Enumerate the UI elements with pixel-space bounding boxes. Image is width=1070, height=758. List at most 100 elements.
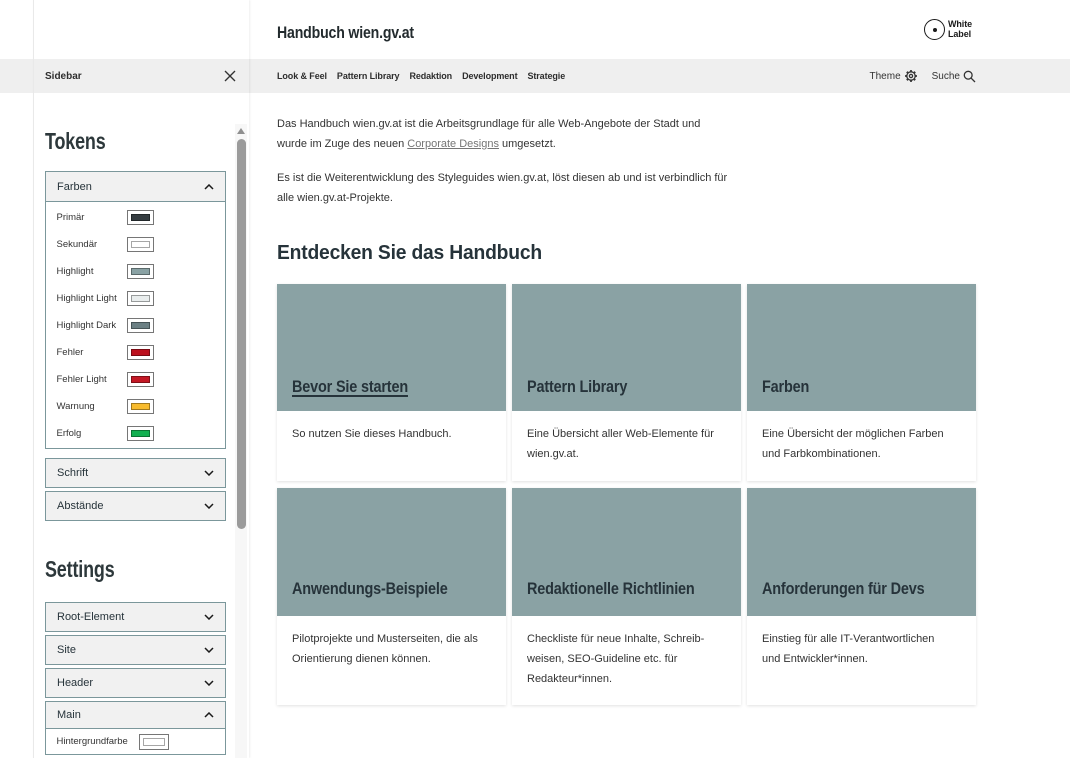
theme-button[interactable]: Theme <box>870 69 918 83</box>
accordion-site-header[interactable]: Site <box>46 636 225 664</box>
accordion-schrift-header[interactable]: Schrift <box>46 459 225 487</box>
corporate-designs-link[interactable]: Corporate Designs <box>407 138 499 150</box>
card-title-link[interactable]: Pattern Library <box>527 378 627 396</box>
card-title-link[interactable]: Redaktionelle Richtlinien <box>527 580 695 598</box>
nav-item-development[interactable]: Development <box>462 71 518 81</box>
token-label: Highlight <box>56 265 94 277</box>
color-swatch[interactable] <box>126 263 154 279</box>
accordion-site: Site <box>45 635 226 665</box>
nav-item-redaktion[interactable]: Redaktion <box>409 71 452 81</box>
card-description: Eine Übersicht der möglichen Farben und … <box>762 428 944 460</box>
page-title: Handbuch wien.gv.at <box>277 23 414 42</box>
accordion-header-setting-header[interactable]: Header <box>46 669 225 697</box>
accordion-main: Main Hintergrundfarbe <box>45 701 226 755</box>
main-settings-list: Hintergrundfarbe <box>46 729 225 754</box>
token-row-sekundaer: Sekundär <box>46 231 225 258</box>
card-description: Checkliste für neue Inhalte, Schreib-wei… <box>527 633 705 685</box>
color-swatch[interactable] <box>126 371 154 387</box>
accordion-abstaende-header[interactable]: Abstände <box>46 492 225 520</box>
card-image: Anwendungs-Beispiele <box>277 488 506 616</box>
theme-label: Theme <box>869 70 901 82</box>
chevron-down-icon <box>204 680 214 686</box>
color-swatch[interactable] <box>126 398 154 414</box>
card-anforderungen-fuer-devs[interactable]: Anforderungen für Devs Einstieg für alle… <box>747 488 976 705</box>
intro-text: Das Handbuch wien.gv.at ist die Arbeitsg… <box>277 114 730 208</box>
color-swatch[interactable] <box>126 344 154 360</box>
color-swatch[interactable] <box>126 290 154 306</box>
accordion-label: Schrift <box>57 467 89 479</box>
color-swatch[interactable] <box>138 733 169 750</box>
card-title-link[interactable]: Anforderungen für Devs <box>762 580 925 598</box>
white-label-logo[interactable]: White Label <box>924 19 972 40</box>
token-row-highlight: Highlight <box>46 258 225 285</box>
token-label: Fehler <box>56 346 84 358</box>
card-pattern-library[interactable]: Pattern Library Eine Übersicht aller Web… <box>512 284 741 481</box>
chevron-down-icon <box>204 614 214 620</box>
card-farben[interactable]: Farben Eine Übersicht der möglichen Farb… <box>747 284 976 481</box>
logo-circle-icon <box>924 19 945 40</box>
accordion-label: Root-Element <box>57 611 125 623</box>
color-swatch[interactable] <box>126 425 154 441</box>
card-description: Einstieg für alle IT-Verantwortlichen un… <box>762 633 935 665</box>
accordion-root-element-header[interactable]: Root-Element <box>46 603 225 631</box>
setting-label: Hintergrundfarbe <box>56 736 128 747</box>
setting-row-hintergrundfarbe: Hintergrundfarbe <box>46 729 225 754</box>
card-redaktionelle-richtlinien[interactable]: Redaktionelle Richtlinien Checkliste für… <box>512 488 741 705</box>
card-anwendungs-beispiele[interactable]: Anwendungs-Beispiele Pilotprojekte und M… <box>277 488 506 705</box>
token-row-highlight-light: Highlight Light <box>46 285 225 312</box>
token-label: Sekundär <box>56 238 98 250</box>
accordion-label: Farben <box>57 180 92 193</box>
sidebar-drawer: Sidebar Tokens Farben Primär Sekundär Hi… <box>33 0 249 758</box>
nav-actions: Theme Suche <box>870 69 976 83</box>
accordion-root-element: Root-Element <box>45 602 226 632</box>
nav-item-look-feel[interactable]: Look & Feel <box>277 71 327 81</box>
accordion-main-header[interactable]: Main <box>46 702 225 729</box>
token-label: Highlight Light <box>56 292 117 304</box>
token-row-erfolg: Erfolg <box>46 420 225 447</box>
card-image: Farben <box>747 284 976 411</box>
token-label: Erfolg <box>56 427 82 439</box>
card-description: Pilotprojekte und Musterseiten, die als … <box>292 633 478 665</box>
token-label: Primär <box>56 211 85 223</box>
card-title-link[interactable]: Anwendungs-Beispiele <box>292 580 448 598</box>
chevron-up-icon <box>204 183 214 190</box>
farben-token-list: Primär Sekundär Highlight Highlight Ligh… <box>46 202 225 448</box>
card-image: Anforderungen für Devs <box>747 488 976 616</box>
card-title-link[interactable]: Bevor Sie starten <box>292 378 408 396</box>
tokens-heading: Tokens <box>45 128 106 154</box>
intro-paragraph-1: Das Handbuch wien.gv.at ist die Arbeitsg… <box>277 117 701 150</box>
accordion-label: Abstände <box>57 500 104 512</box>
intro-paragraph-2: Es ist die Weiterentwicklung des Stylegu… <box>277 171 728 204</box>
color-swatch[interactable] <box>126 317 154 333</box>
search-button[interactable]: Suche <box>932 70 976 83</box>
card-description: Eine Übersicht aller Web-Elemente für wi… <box>527 428 714 460</box>
accordion-schrift: Schrift <box>45 458 226 488</box>
accordion-header-setting: Header <box>45 668 226 698</box>
scrollbar-up-arrow[interactable] <box>236 128 245 134</box>
card-description: So nutzen Sie dieses Handbuch. <box>292 428 452 440</box>
color-swatch[interactable] <box>126 209 154 225</box>
accordion-farben-header[interactable]: Farben <box>46 172 225 202</box>
main-nav: Look & Feel Pattern Library Redaktion De… <box>277 59 976 93</box>
token-label: Highlight Dark <box>56 319 117 331</box>
card-title-link[interactable]: Farben <box>762 378 809 396</box>
token-label: Fehler Light <box>56 373 107 385</box>
search-icon <box>963 70 976 82</box>
token-row-fehler-light: Fehler Light <box>46 366 225 393</box>
card-grid: Bevor Sie starten So nutzen Sie dieses H… <box>277 284 976 705</box>
chevron-down-icon <box>204 503 214 509</box>
accordion-label: Site <box>57 644 76 656</box>
settings-heading: Settings <box>45 556 115 582</box>
chevron-down-icon <box>204 470 214 476</box>
accordion-label: Main <box>57 709 81 721</box>
color-swatch[interactable] <box>126 236 154 252</box>
nav-item-strategie[interactable]: Strategie <box>527 71 565 81</box>
sidebar-scrollbar-thumb[interactable] <box>237 139 246 529</box>
token-label: Warnung <box>56 400 95 412</box>
nav-item-pattern-library[interactable]: Pattern Library <box>337 71 400 81</box>
card-image: Pattern Library <box>512 284 741 411</box>
card-bevor-sie-starten[interactable]: Bevor Sie starten So nutzen Sie dieses H… <box>277 284 506 481</box>
gear-icon <box>904 70 917 82</box>
section-heading: Entdecken Sie das Handbuch <box>277 241 542 264</box>
card-image: Bevor Sie starten <box>277 284 506 411</box>
